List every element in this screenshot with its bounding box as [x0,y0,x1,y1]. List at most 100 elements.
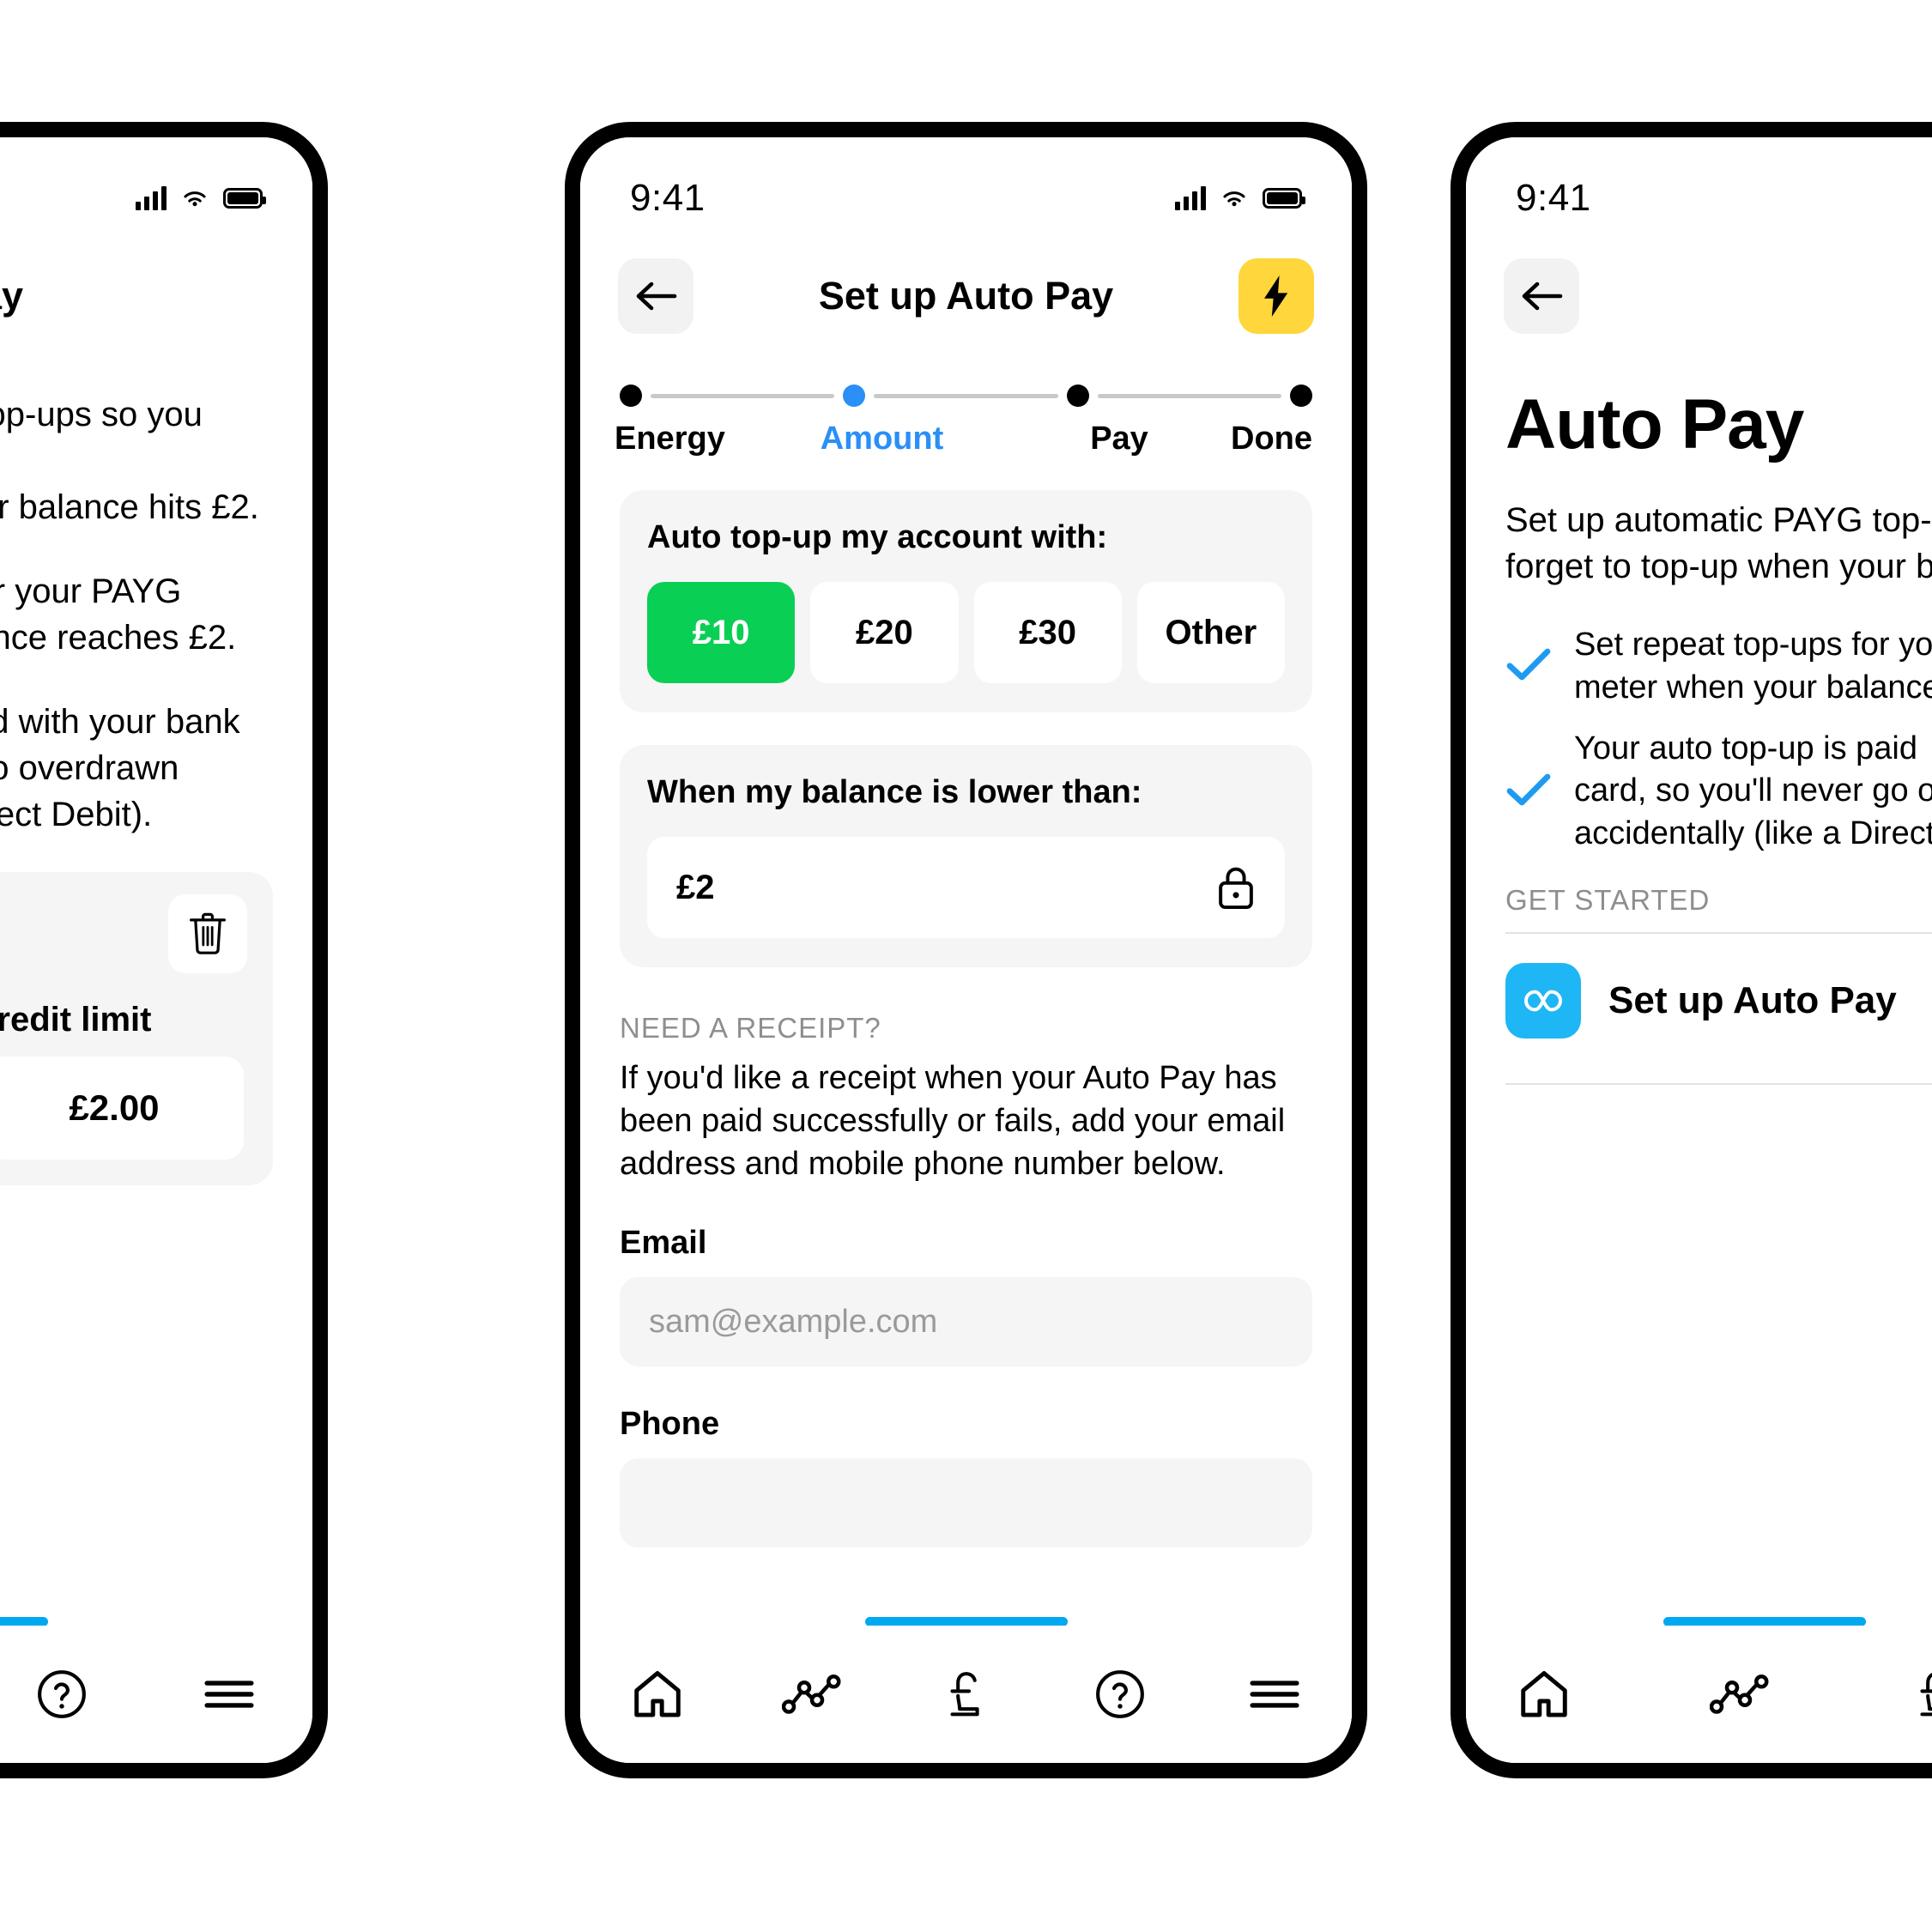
menu-icon [204,1681,254,1708]
delete-button[interactable] [168,894,247,973]
right-home-indicator [1466,1617,1932,1626]
center-status-bar: 9:41 [580,137,1352,227]
left-paragraph-1: c PAYG top-ups so you never when your ba… [0,396,259,526]
right-intro: Set up automatic PAYG top-u forget to to… [1505,501,1932,585]
battery-icon [223,188,266,209]
sidebar-item-menu[interactable] [1241,1661,1308,1728]
step-dot-done[interactable] [1289,385,1312,407]
center-tabbar [580,1626,1352,1763]
sidebar-item-home[interactable] [1511,1661,1578,1728]
three-phone-mockup-canvas: Auto Pay c PAYG top-ups so you never whe… [0,0,1932,1932]
sidebar-item-setup-auto-pay[interactable]: Set up Auto Pay [1505,934,1932,1068]
home-icon [634,1671,681,1717]
arrow-left-icon [1522,282,1563,311]
amount-option-other[interactable]: Other [1136,582,1285,683]
get-started-kicker: GET STARTED [1505,884,1711,917]
page-title: Set up Auto Pay [818,274,1114,318]
balance-threshold-title: When my balance is lower than: [647,774,1142,810]
step-label-pay: Pay [1090,421,1148,457]
right-benefits-list: Set repeat top-ups for yo meter when you… [1505,624,1932,855]
amount-option-20[interactable]: £20 [810,582,959,683]
step-dot-amount[interactable] [843,385,866,407]
topup-amount-title: Auto top-up my account with: [647,519,1108,555]
wifi-icon [184,191,206,207]
amount-option-10[interactable]: £10 [647,582,796,683]
balance-threshold-card: When my balance is lower than: £2 [620,745,1312,967]
center-screen: 9:41 Set up Auto Pay Energy Amount Pay D… [580,137,1352,1763]
help-circle-icon [1096,1670,1145,1718]
left-navbar: Auto Pay [0,227,312,347]
right-status-bar: 9:41 [1466,137,1932,227]
left-paragraph-2: op-ups for your PAYG your balance reache… [0,572,237,657]
phone-label: Phone [620,1406,720,1443]
right-status-time: 9:41 [1516,177,1591,219]
list-item: Set repeat top-ups for yo meter when you… [1505,624,1932,709]
check-icon [1505,772,1552,812]
phone-left: Auto Pay c PAYG top-ups so you never whe… [0,122,328,1778]
step-dot-pay[interactable] [1066,385,1089,407]
center-content: Auto top-up my account with: £10 £20 £30… [580,490,1352,1548]
sidebar-item-home[interactable] [624,1661,691,1728]
left-status-bar [0,137,312,227]
stepper-track [620,385,1312,407]
infinity-icon [1505,963,1581,1039]
back-button[interactable] [1504,258,1579,334]
center-status-time: 9:41 [630,177,706,219]
topup-amount-card: Auto top-up my account with: £10 £20 £30… [620,490,1312,712]
phone-right: 9:41 Auto Pay Auto Pay Set up automatic … [1451,122,1932,1778]
signal-icon [136,186,167,210]
usage-chart-icon [1710,1674,1769,1714]
left-home-indicator [0,1617,312,1626]
setup-stepper: Energy Amount Pay Done [580,347,1352,457]
left-screen: Auto Pay c PAYG top-ups so you never whe… [0,137,312,1763]
back-button[interactable] [618,258,693,334]
credit-limit-value[interactable]: £2.00 [0,1057,244,1160]
arrow-left-icon [636,282,677,311]
benefit-text: Set repeat top-ups for yo meter when you… [1574,627,1932,706]
stepper-labels: Energy Amount Pay Done [615,421,1312,457]
help-circle-icon [38,1670,86,1718]
email-field[interactable]: sam@example.com [620,1277,1312,1367]
sidebar-item-usage[interactable] [1706,1661,1773,1728]
receipt-kicker: NEED A RECEIPT? [620,1012,881,1044]
sidebar-item-usage[interactable] [778,1661,845,1728]
trash-icon [190,912,226,954]
battery-icon [1263,188,1305,209]
balance-threshold-field[interactable]: £2 [647,837,1285,938]
amount-option-30[interactable]: £30 [973,582,1122,683]
left-body: c PAYG top-ups so you never when your ba… [0,391,312,1185]
topup-amount-options: £10 £20 £30 Other [647,582,1285,683]
setup-auto-pay-label: Set up Auto Pay [1608,979,1897,1022]
left-paragraph-3: -up is paid with your bank ll never go o… [0,703,240,833]
pound-icon [1920,1673,1932,1717]
left-credit-limit-card: Credit limit £2.00 [0,872,273,1185]
signal-icon [1175,186,1206,210]
receipt-body: If you'd like a receipt when your Auto P… [620,1060,1286,1183]
step-label-amount: Amount [820,421,944,457]
center-navbar: Set up Auto Pay [580,227,1352,347]
stepper-bar-1 [651,393,835,398]
usage-chart-icon [781,1674,841,1714]
stepper-bar-3 [1097,393,1281,398]
step-dot-energy[interactable] [620,385,642,407]
step-label-done: Done [1231,421,1312,457]
benefit-text: Your auto top-up is paid card, so you'll… [1574,730,1932,851]
lightning-bolt-icon [1264,276,1288,317]
check-icon [1505,646,1552,687]
email-label: Email [620,1225,707,1262]
left-tabbar [0,1626,312,1763]
home-icon [1521,1671,1567,1717]
right-heading: Auto Pay [1505,385,1804,463]
sidebar-item-help[interactable] [1087,1661,1154,1728]
divider [1505,1083,1932,1086]
boost-button[interactable] [1239,258,1314,334]
right-tabbar [1466,1626,1932,1763]
left-page-title: Auto Pay [0,274,24,318]
credit-limit-label: Credit limit [0,1001,152,1039]
sidebar-item-payments[interactable] [1902,1661,1932,1728]
center-home-indicator [580,1617,1352,1626]
sidebar-item-menu[interactable] [196,1661,263,1728]
sidebar-item-help[interactable] [28,1661,95,1728]
sidebar-item-payments[interactable] [932,1661,999,1728]
phone-field[interactable] [620,1458,1312,1548]
